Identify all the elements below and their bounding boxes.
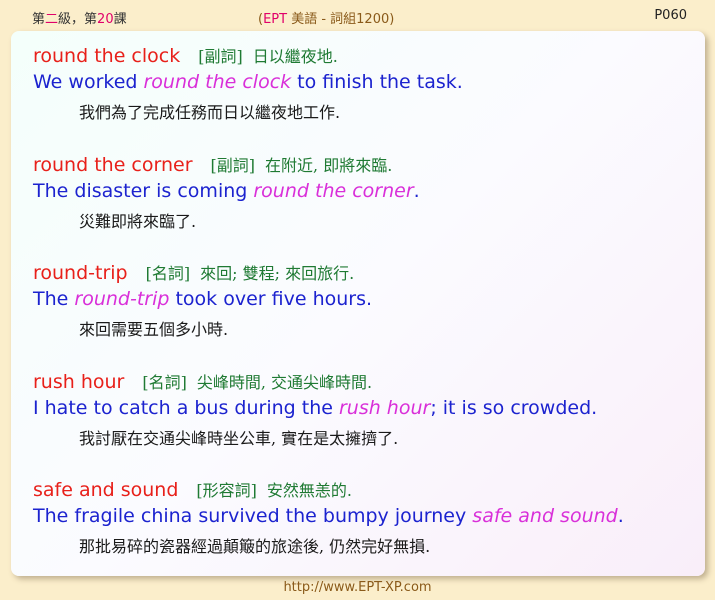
phrase-gloss: 日以繼夜地. bbox=[252, 47, 338, 66]
phrase-entry: safe and sound [形容詞] 安然無恙的. The fragile ch… bbox=[33, 477, 693, 561]
entry-heading: rush hour [名詞] 尖峰時間, 交通尖峰時間. bbox=[33, 369, 693, 397]
phrase-entry: rush hour [名詞] 尖峰時間, 交通尖峰時間. I hate to cat… bbox=[33, 369, 693, 453]
phrase-term: safe and sound bbox=[33, 479, 179, 501]
example-translation: 災難即將來臨了. bbox=[79, 212, 197, 231]
part-of-speech: [名詞] bbox=[145, 264, 191, 283]
example-sentence: The round-trip took over five hours. bbox=[33, 288, 693, 316]
entry-heading: safe and sound [形容詞] 安然無恙的. bbox=[33, 477, 693, 505]
lesson-level: 二 bbox=[45, 12, 59, 27]
entry-heading: round the clock [副詞] 日以繼夜地. bbox=[33, 43, 693, 71]
phrase-gloss: 來回; 雙程; 來回旅行. bbox=[200, 264, 355, 283]
example-text: The disaster is coming bbox=[33, 180, 254, 202]
example-sentence: The disaster is coming round the corner. bbox=[33, 180, 693, 208]
phrase-term: round-trip bbox=[33, 262, 128, 284]
example-text: to finish the task. bbox=[291, 71, 463, 93]
phrase-entry: round the clock [副詞] 日以繼夜地. We worked roun… bbox=[33, 43, 693, 127]
example-highlight: safe and sound bbox=[472, 505, 618, 527]
example-translation: 那批易碎的瓷器經過顛簸的旅途後, 仍然完好無損. bbox=[79, 537, 431, 556]
example-highlight: rush hour bbox=[338, 397, 431, 419]
example-translation: 來回需要五個多小時. bbox=[79, 320, 229, 339]
example-text: I hate to catch a bus during the bbox=[33, 397, 339, 419]
footer-url[interactable]: http://www.EPT-XP.com bbox=[0, 580, 715, 595]
phrase-entry: round-trip [名詞] 來回; 雙程; 來回旅行. The round-tr… bbox=[33, 260, 693, 344]
entry-heading: round-trip [名詞] 來回; 雙程; 來回旅行. bbox=[33, 260, 693, 288]
book-subtitle: 美語 - 詞組1200) bbox=[287, 12, 395, 27]
content-card: round the clock [副詞] 日以繼夜地. We worked roun… bbox=[11, 31, 705, 576]
part-of-speech: [名詞] bbox=[142, 373, 187, 392]
example-text: The fragile china survived the bumpy jou… bbox=[33, 505, 473, 527]
example-text: took over five hours. bbox=[169, 288, 373, 310]
example-highlight: round-trip bbox=[74, 288, 170, 310]
book-title: (EPT 美語 - 詞組1200) bbox=[258, 8, 394, 27]
phrase-gloss: 尖峰時間, 交通尖峰時間. bbox=[196, 373, 373, 392]
example-highlight: round the corner bbox=[253, 180, 414, 202]
phrase-term: round the corner bbox=[33, 154, 193, 176]
example-sentence: We worked round the clock to finish the … bbox=[33, 71, 693, 99]
example-sentence: The fragile china survived the bumpy jou… bbox=[33, 505, 693, 533]
entry-heading: round the corner [副詞] 在附近, 即將來臨. bbox=[33, 152, 693, 180]
book-brand: EPT bbox=[263, 12, 288, 27]
example-translation: 我們為了完成任務而日以繼夜地工作. bbox=[79, 103, 341, 122]
page-number: P060 bbox=[654, 8, 687, 23]
lesson-number: 20 bbox=[97, 12, 114, 27]
part-of-speech: [形容詞] bbox=[196, 481, 257, 500]
header-bar: 第二級，第20課 (EPT 美語 - 詞組1200) P060 bbox=[0, 0, 715, 30]
phrase-term: rush hour bbox=[33, 371, 125, 393]
example-translation: 我討厭在交通尖峰時坐公車, 實在是太擁擠了. bbox=[79, 429, 399, 448]
example-sentence: I hate to catch a bus during the rush ho… bbox=[33, 397, 693, 425]
phrase-gloss: 安然無恙的. bbox=[266, 481, 353, 500]
lesson-indicator: 第二級，第20課 bbox=[32, 8, 127, 27]
example-text: The bbox=[33, 288, 75, 310]
phrase-term: round the clock bbox=[33, 45, 181, 67]
part-of-speech: [副詞] bbox=[198, 47, 243, 66]
lesson-prefix: 第 bbox=[32, 12, 46, 27]
part-of-speech: [副詞] bbox=[210, 156, 256, 175]
phrase-entry: round the corner [副詞] 在附近, 即將來臨. The disas… bbox=[33, 152, 693, 236]
phrase-gloss: 在附近, 即將來臨. bbox=[265, 156, 393, 175]
example-text: . bbox=[617, 505, 624, 527]
example-text: ; it is so crowded. bbox=[430, 397, 598, 419]
example-text: We worked bbox=[33, 71, 144, 93]
lesson-mid: 級，第 bbox=[58, 12, 98, 27]
example-highlight: round the clock bbox=[143, 71, 292, 93]
example-text: . bbox=[413, 180, 420, 202]
lesson-suffix: 課 bbox=[113, 12, 127, 27]
